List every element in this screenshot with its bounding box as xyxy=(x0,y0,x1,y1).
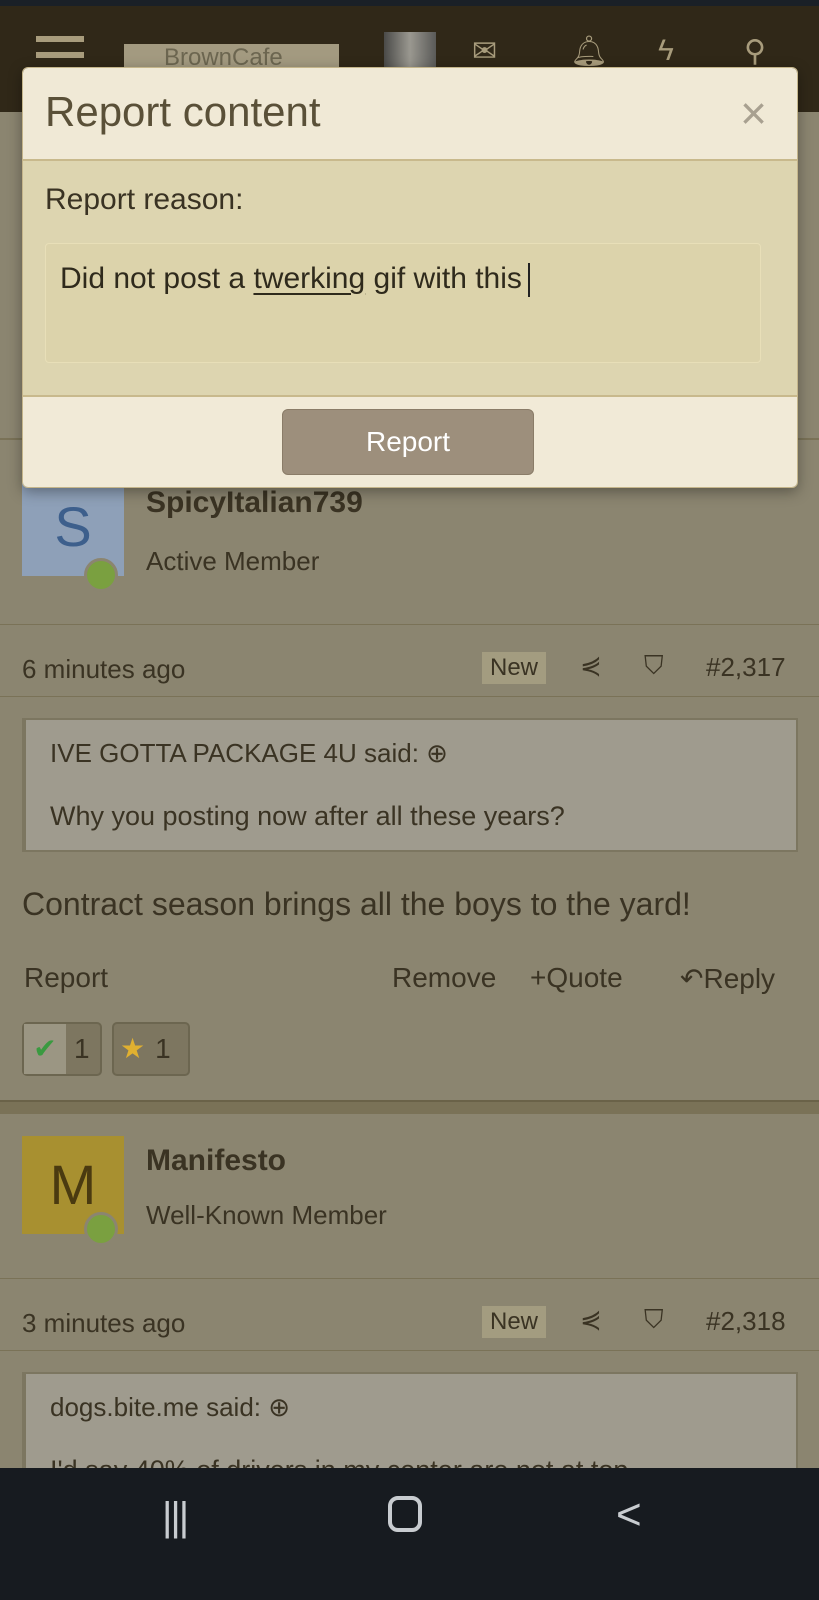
post-time[interactable]: 3 minutes ago xyxy=(22,1308,185,1339)
user-role: Well-Known Member xyxy=(146,1200,387,1230)
divider xyxy=(0,696,819,697)
post-time[interactable]: 6 minutes ago xyxy=(22,654,185,685)
new-badge: New xyxy=(482,652,547,684)
plus-icon: + xyxy=(530,962,547,993)
username[interactable]: Manifesto xyxy=(146,1144,286,1178)
reaction-award[interactable]: ★ 1 xyxy=(112,1022,190,1076)
quote-block: IVE GOTTA PACKAGE 4U said: ⊕ Why you pos… xyxy=(22,718,798,852)
mail-icon[interactable]: ✉ xyxy=(472,34,497,69)
text-caret xyxy=(527,263,530,298)
quote-link[interactable]: +Quote xyxy=(530,962,623,994)
bell-icon[interactable]: 🔔︎ xyxy=(570,34,608,69)
quote-author: IVE GOTTA PACKAGE 4U said: xyxy=(50,738,419,768)
menu-icon[interactable] xyxy=(36,36,84,58)
reply-link[interactable]: ↶Reply xyxy=(680,962,775,995)
report-button[interactable]: Report xyxy=(282,409,534,475)
bookmark-icon[interactable]: ⛉ xyxy=(644,650,664,682)
report-reason-input[interactable]: Did not post a twerking gif with this xyxy=(45,243,761,363)
divider xyxy=(0,1350,819,1351)
post-body: Contract season brings all the boys to t… xyxy=(22,886,691,922)
quote-text: Why you posting now after all these year… xyxy=(50,801,565,831)
android-nav-bar xyxy=(0,1468,819,1600)
bookmark-icon[interactable]: ⛉ xyxy=(644,1304,664,1336)
report-link[interactable]: Report xyxy=(24,962,108,994)
recent-apps-button[interactable]: ||| xyxy=(162,1495,189,1540)
quote-author: dogs.bite.me said: xyxy=(50,1392,262,1422)
username[interactable]: SpicyItalian739 xyxy=(146,486,363,520)
check-icon: ✔ xyxy=(24,1024,66,1074)
online-badge-icon xyxy=(84,558,118,592)
back-button[interactable]: < xyxy=(616,1490,642,1540)
share-icon[interactable]: ⋞ xyxy=(580,650,602,681)
reply-icon: ↶ xyxy=(680,963,704,994)
report-dialog: Report content × Report reason: Did not … xyxy=(22,67,798,488)
close-icon[interactable]: × xyxy=(740,86,767,140)
user-avatar[interactable] xyxy=(384,32,436,68)
post-number[interactable]: #2,317 xyxy=(706,652,786,683)
search-icon[interactable]: ⚲ xyxy=(744,34,766,69)
medal-star-icon: ★ xyxy=(120,1033,146,1064)
home-button[interactable] xyxy=(388,1496,422,1532)
remove-link[interactable]: Remove xyxy=(392,962,496,994)
expand-quote-icon[interactable]: ⊕ xyxy=(426,738,448,768)
post-number[interactable]: #2,318 xyxy=(706,1306,786,1337)
post-separator xyxy=(0,1100,819,1114)
reaction-like[interactable]: ✔ 1 xyxy=(22,1022,102,1076)
divider xyxy=(0,1278,819,1279)
user-role: Active Member xyxy=(146,546,320,576)
expand-quote-icon[interactable]: ⊕ xyxy=(268,1392,290,1422)
share-icon[interactable]: ⋞ xyxy=(580,1304,602,1335)
report-reason-label: Report reason: xyxy=(45,183,244,216)
divider xyxy=(0,624,819,625)
online-badge-icon xyxy=(84,1212,118,1246)
new-badge: New xyxy=(482,1306,547,1338)
bolt-icon[interactable]: ϟ xyxy=(658,34,674,68)
dialog-title: Report content xyxy=(45,88,321,135)
